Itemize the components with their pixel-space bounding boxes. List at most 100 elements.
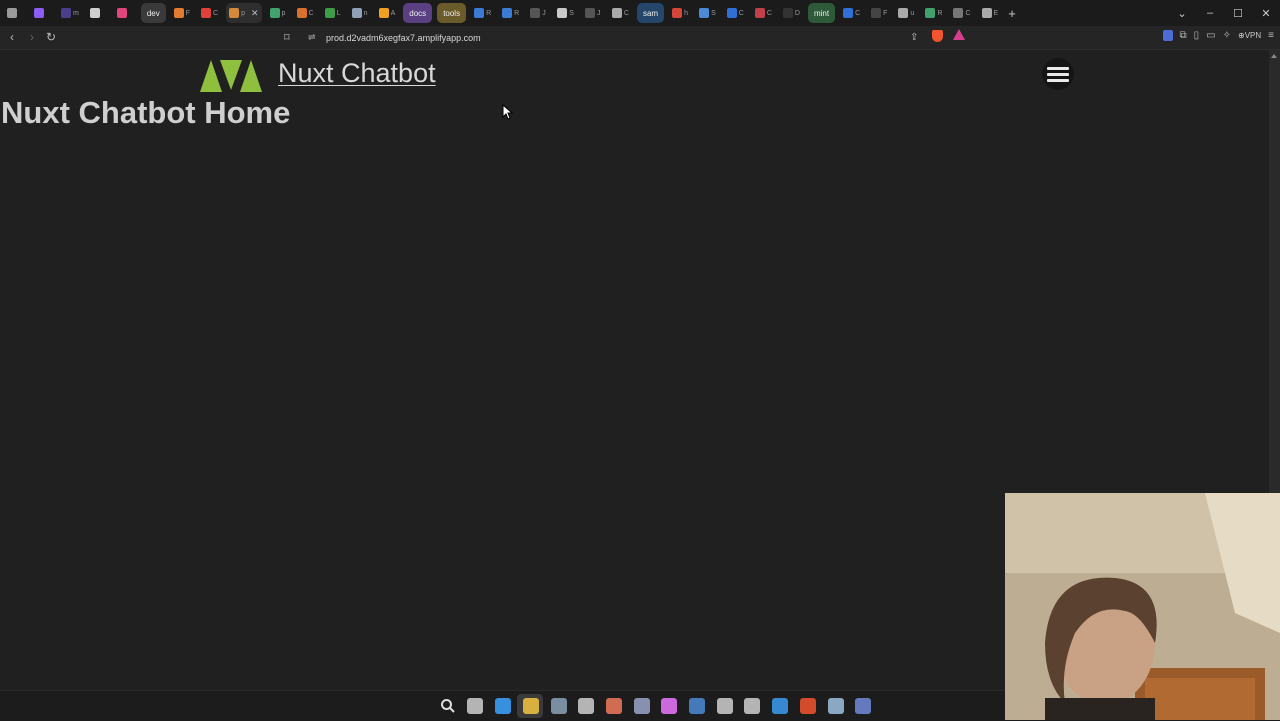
bookmark-icon[interactable]: ⌑ xyxy=(284,31,290,44)
leo-ai-icon[interactable]: ✧ xyxy=(1223,30,1231,41)
browser-tab[interactable]: L xyxy=(322,3,344,23)
shield-icon[interactable] xyxy=(689,698,705,714)
tab-title: C xyxy=(965,9,971,17)
brave-rewards-icon[interactable] xyxy=(953,29,965,40)
steam-icon[interactable] xyxy=(828,698,844,714)
start-icon[interactable] xyxy=(412,698,428,714)
browser-tab[interactable]: J xyxy=(582,3,604,23)
wallet-icon[interactable]: ▭ xyxy=(1206,30,1215,41)
browser-tab[interactable]: C xyxy=(609,3,632,23)
browser-tab[interactable]: p ✕ xyxy=(226,3,262,23)
tab-title: S xyxy=(711,9,716,17)
reload-button[interactable]: ↻ xyxy=(46,30,56,44)
browser-menu-icon[interactable]: ≡ xyxy=(1268,30,1274,41)
browser-tab[interactable]: u xyxy=(895,3,917,23)
browser-tab[interactable]: m xyxy=(58,3,82,23)
file-explorer-icon[interactable] xyxy=(523,698,539,714)
extensions-icon[interactable]: ⧉ xyxy=(1180,30,1187,41)
tab-group-label[interactable]: mint xyxy=(807,3,836,23)
tab-favicon-icon xyxy=(699,8,710,18)
browser-tab[interactable]: D xyxy=(780,3,803,23)
browser-tab[interactable]: C xyxy=(294,3,317,23)
vscode-icon[interactable] xyxy=(772,698,788,714)
browser-tab[interactable]: C xyxy=(198,3,221,23)
browser-tab[interactable]: R xyxy=(922,3,945,23)
tab-favicon-icon xyxy=(611,8,622,18)
tab-favicon-icon xyxy=(981,8,992,18)
back-button[interactable]: ‹ xyxy=(10,30,14,44)
site-settings-icon[interactable]: ⇌ xyxy=(308,32,316,43)
tab-title: C xyxy=(213,9,219,17)
tab-title: C xyxy=(623,9,629,17)
browser-tab[interactable]: R xyxy=(499,3,522,23)
tab-group-name: mint xyxy=(813,8,830,18)
tab-title: m xyxy=(73,9,79,17)
terminal-icon[interactable] xyxy=(744,698,760,714)
tab-group-name: tools xyxy=(443,8,461,18)
nuxt-logo-icon[interactable] xyxy=(200,54,262,92)
task-view-icon[interactable] xyxy=(467,698,483,714)
browser-tab[interactable] xyxy=(4,3,26,23)
tab-title: L xyxy=(336,9,341,17)
browser-tab[interactable]: S xyxy=(554,3,577,23)
tab-favicon-icon xyxy=(296,8,307,18)
new-tab-button[interactable]: + xyxy=(1008,6,1016,21)
browser-tab[interactable]: F xyxy=(171,3,193,23)
brave-shields-icon[interactable] xyxy=(932,30,943,42)
search-icon[interactable] xyxy=(440,698,456,714)
close-window-button[interactable]: ✕ xyxy=(1252,7,1280,20)
browser-tab[interactable]: p xyxy=(267,3,289,23)
tab-group-label[interactable]: sam xyxy=(636,3,665,23)
vpn-button[interactable]: ⊕VPN xyxy=(1238,31,1261,40)
address-bar[interactable]: ⌑ ⇌ prod.d2vadm6xegfax7.amplifyapp.com ⇪ xyxy=(280,29,980,46)
browser-tab[interactable]: n xyxy=(349,3,371,23)
discord-icon[interactable] xyxy=(855,698,871,714)
tab-favicon-icon xyxy=(351,8,362,18)
browser-tab[interactable]: J xyxy=(527,3,549,23)
photoshop-icon[interactable] xyxy=(634,698,650,714)
close-tab-icon[interactable]: ✕ xyxy=(251,8,259,19)
browser-tab[interactable]: C xyxy=(752,3,775,23)
tab-favicon-icon xyxy=(584,8,595,18)
window-controls: ⌄ – ☐ ✕ xyxy=(1168,0,1280,26)
sidebar-icon[interactable]: ▯ xyxy=(1194,30,1200,41)
brave-icon[interactable] xyxy=(800,698,816,714)
minimize-button[interactable]: – xyxy=(1196,7,1224,19)
tab-group-label[interactable]: tools xyxy=(437,3,467,23)
tab-search-button[interactable]: ⌄ xyxy=(1168,7,1196,20)
browser-tab[interactable]: E xyxy=(979,3,1002,23)
tab-favicon-icon xyxy=(557,8,568,18)
tab-group-label[interactable]: dev xyxy=(140,3,166,23)
share-icon[interactable]: ⇪ xyxy=(910,32,918,43)
copilot-icon[interactable] xyxy=(495,698,511,714)
brand-title-link[interactable]: Nuxt Chatbot xyxy=(278,58,436,89)
browser-tab[interactable]: R xyxy=(471,3,494,23)
premiere-icon[interactable] xyxy=(661,698,677,714)
store-icon[interactable] xyxy=(578,698,594,714)
tab-group-label[interactable]: docs xyxy=(403,3,433,23)
photos-icon[interactable] xyxy=(606,698,622,714)
browser-tab[interactable] xyxy=(31,3,53,23)
tab-favicon-icon xyxy=(502,8,513,18)
tab-title: R xyxy=(514,9,520,17)
url-text[interactable]: prod.d2vadm6xegfax7.amplifyapp.com xyxy=(326,33,481,43)
browser-tab[interactable]: C xyxy=(840,3,863,23)
tab-favicon-icon xyxy=(7,8,17,18)
forward-button[interactable]: › xyxy=(30,30,34,44)
browser-tab[interactable]: F xyxy=(868,3,890,23)
hamburger-menu-button[interactable] xyxy=(1042,58,1074,90)
tab-title: E xyxy=(993,9,999,17)
browser-tab[interactable]: S xyxy=(696,3,719,23)
tab-group-name: docs xyxy=(409,8,427,18)
browser-tab[interactable]: C xyxy=(950,3,973,23)
chrome-icon[interactable] xyxy=(717,698,733,714)
settings-icon[interactable] xyxy=(551,698,567,714)
browser-tab[interactable] xyxy=(114,3,136,23)
browser-tab[interactable]: C xyxy=(724,3,747,23)
browser-tab[interactable]: A xyxy=(376,3,399,23)
maximize-button[interactable]: ☐ xyxy=(1224,7,1252,20)
browser-tab[interactable] xyxy=(87,3,109,23)
browser-tab[interactable]: h xyxy=(669,3,691,23)
extension-shield-icon[interactable] xyxy=(1162,30,1173,41)
scroll-up-arrow-icon[interactable] xyxy=(1271,54,1277,58)
